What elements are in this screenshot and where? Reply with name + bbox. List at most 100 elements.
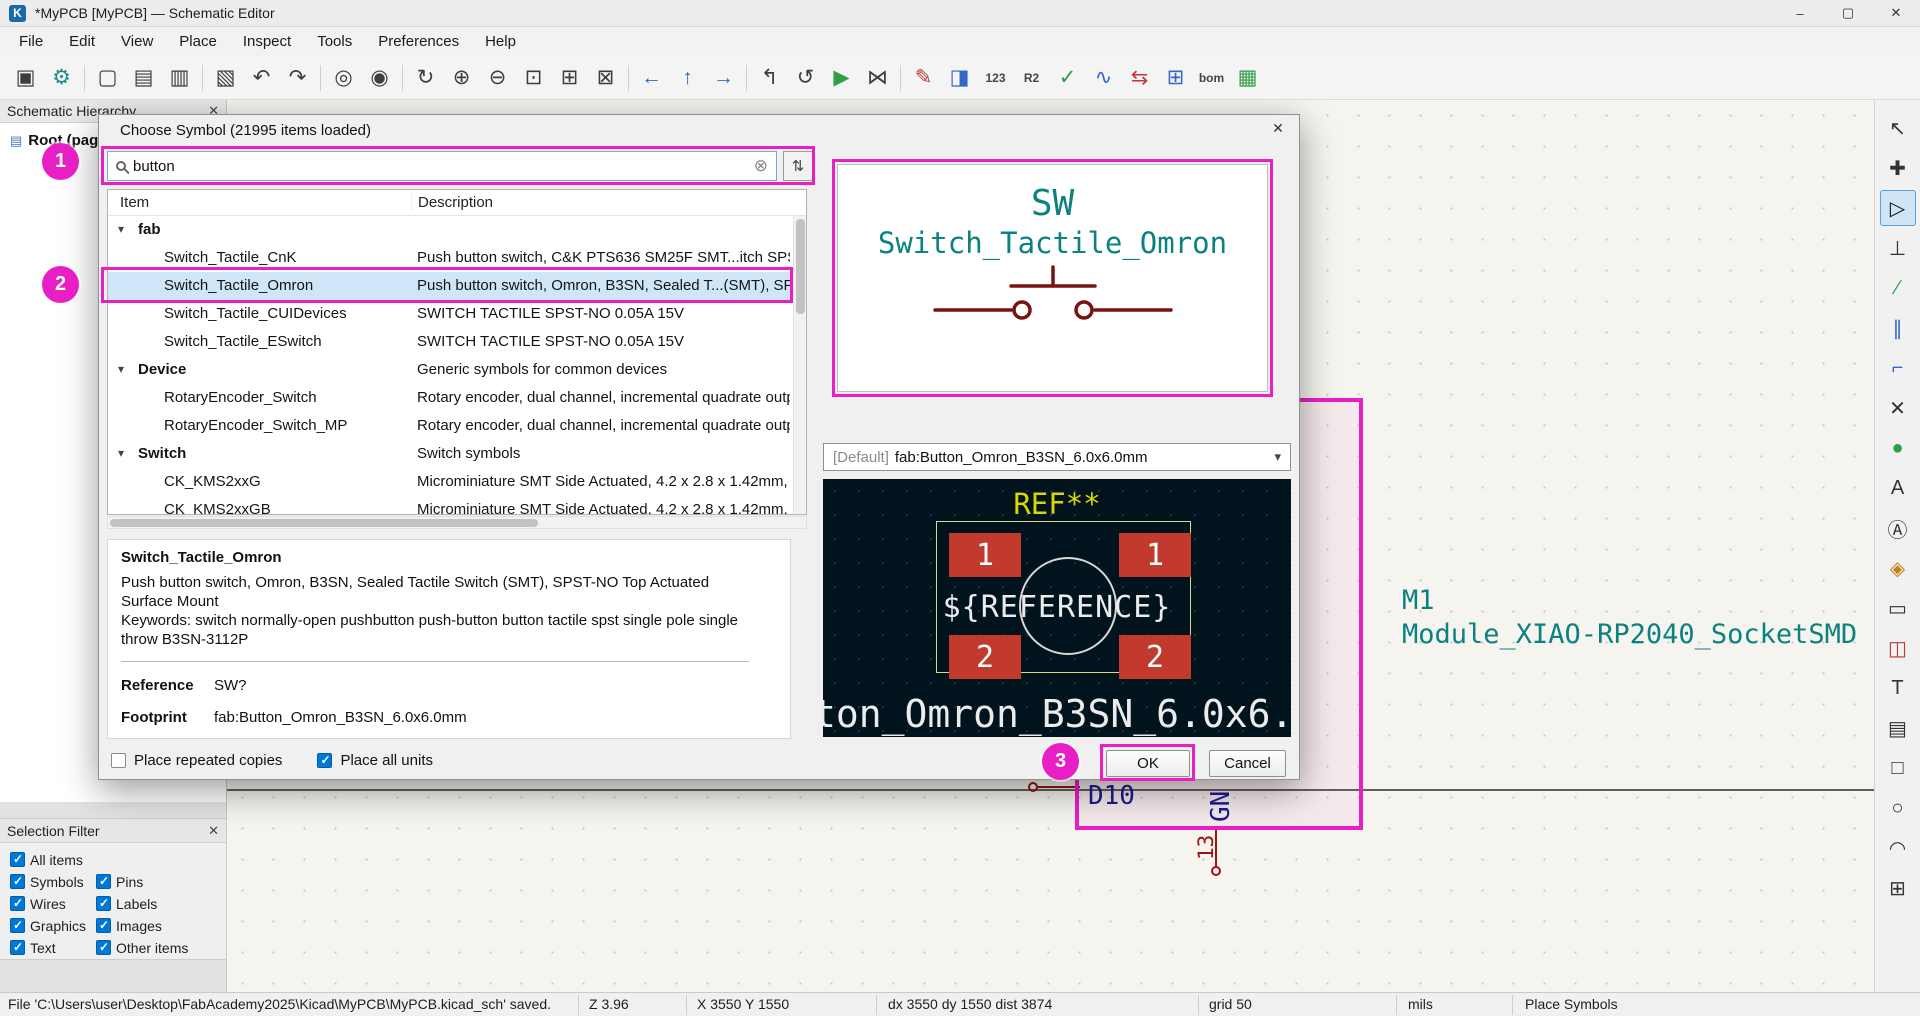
symbol-editor-button[interactable]: ✎ (906, 60, 941, 95)
new-sheet-button[interactable]: ▢ (90, 60, 125, 95)
mirror-button[interactable]: ⋈ (860, 60, 895, 95)
expander-icon[interactable]: ▾ (118, 222, 124, 236)
symbol-search-input[interactable] (133, 157, 747, 175)
ok-button[interactable]: OK (1106, 750, 1190, 777)
fields-table-button[interactable]: ⊞ (1158, 60, 1193, 95)
symbol-row-ck-kms2xxgb[interactable]: CK_KMS2xxGB Microminiature SMT Side Actu… (108, 496, 806, 514)
list-vertical-scrollbar[interactable] (793, 216, 806, 514)
footprint-select[interactable]: [Default] fab:Button_Omron_B3SN_6.0x6.0m… (823, 443, 1291, 471)
rectangle-tool[interactable]: □ (1880, 750, 1916, 786)
schematic-setup-button[interactable]: ⚙ (44, 60, 79, 95)
filter-graphics[interactable]: Graphics (10, 917, 96, 934)
filter-symbols[interactable]: Symbols (10, 873, 96, 890)
scrollbar-thumb[interactable] (110, 519, 538, 527)
menu-preferences[interactable]: Preferences (365, 29, 472, 54)
circle-tool[interactable]: ○ (1880, 790, 1916, 826)
symbol-row-ck-kms2xxg[interactable]: CK_KMS2xxG Microminiature SMT Side Actua… (108, 468, 806, 496)
maximize-button[interactable]: ▢ (1824, 0, 1872, 27)
menu-tools[interactable]: Tools (304, 29, 365, 54)
symbol-row-rotaryencoder-switch[interactable]: RotaryEncoder_Switch Rotary encoder, dua… (108, 384, 806, 412)
menu-edit[interactable]: Edit (56, 29, 108, 54)
rotate-button[interactable]: ↺ (788, 60, 823, 95)
place-repeated-copies-checkbox[interactable]: Place repeated copies (111, 752, 282, 769)
zoom-fit-button[interactable]: ⊡ (516, 60, 551, 95)
clear-search-icon[interactable]: ⊗ (754, 156, 768, 176)
edit-references-button[interactable]: R2 (1014, 60, 1049, 95)
symbol-row-switch-tactile-cnk[interactable]: Switch_Tactile_CnK Push button switch, C… (108, 244, 806, 272)
lib-row-fab[interactable]: ▾ fab (108, 216, 806, 244)
zoom-out-button[interactable]: ⊖ (480, 60, 515, 95)
draw-wire-tool[interactable]: ∕ (1880, 270, 1916, 306)
select-tool[interactable]: ↖ (1880, 110, 1916, 146)
list-horizontal-scrollbar[interactable] (107, 516, 807, 529)
zoom-in-button[interactable]: ⊕ (444, 60, 479, 95)
place-power-port-tool[interactable]: ⊥ (1880, 230, 1916, 266)
paste-button[interactable]: ▧ (208, 60, 243, 95)
refresh-button[interactable]: ↻ (408, 60, 443, 95)
search-options-button[interactable]: ⇅ (783, 151, 813, 181)
cancel-button[interactable]: Cancel (1209, 750, 1286, 777)
filter-text[interactable]: Text (10, 939, 96, 956)
hierarchical-label-tool[interactable]: ◈ (1880, 550, 1916, 586)
status-grid[interactable]: grid 50 (1209, 996, 1252, 1012)
redo-button[interactable]: ↷ (280, 60, 315, 95)
find-button[interactable]: ◎ (326, 60, 361, 95)
diode-reference-text[interactable]: D10 (1088, 781, 1135, 811)
bus-entry-tool[interactable]: ⌐ (1880, 350, 1916, 386)
global-label-tool[interactable]: Ⓐ (1880, 510, 1916, 546)
text-tool[interactable]: T (1880, 670, 1916, 706)
expander-icon[interactable]: ▾ (118, 446, 124, 460)
status-units[interactable]: mils (1408, 996, 1433, 1012)
lib-row-device[interactable]: ▾ Device Generic symbols for common devi… (108, 356, 806, 384)
filter-other-items[interactable]: Other items (96, 939, 216, 956)
scrollbar-thumb[interactable] (796, 219, 805, 314)
highlight-net-tool[interactable]: ✚ (1880, 150, 1916, 186)
place-all-units-checkbox[interactable]: Place all units (317, 752, 433, 769)
find-replace-button[interactable]: ◉ (362, 60, 397, 95)
gnd-net-label-text[interactable]: GN (1206, 791, 1236, 822)
draw-bus-tool[interactable]: ∥ (1880, 310, 1916, 346)
undo-button[interactable]: ↶ (244, 60, 279, 95)
close-button[interactable]: ✕ (1872, 0, 1920, 27)
textbox-tool[interactable]: ▤ (1880, 710, 1916, 746)
menu-inspect[interactable]: Inspect (230, 29, 304, 54)
symbol-row-switch-tactile-cuidevices[interactable]: Switch_Tactile_CUIDevices SWITCH TACTILE… (108, 300, 806, 328)
module-value-text[interactable]: Module_XIAO-RP2040_SocketSMD (1402, 619, 1857, 650)
selection-filter-close-icon[interactable]: ✕ (208, 823, 219, 839)
symbol-row-switch-tactile-omron[interactable]: Switch_Tactile_Omron Push button switch,… (108, 272, 806, 300)
menu-help[interactable]: Help (472, 29, 529, 54)
print-button[interactable]: ▤ (126, 60, 161, 95)
menu-view[interactable]: View (108, 29, 166, 54)
lib-row-switch[interactable]: ▾ Switch Switch symbols (108, 440, 806, 468)
save-button[interactable]: ▣ (8, 60, 43, 95)
filter-images[interactable]: Images (96, 917, 216, 934)
pcb-editor-button[interactable]: ▦ (1230, 60, 1265, 95)
no-connect-tool[interactable]: ✕ (1880, 390, 1916, 426)
library-browser-button[interactable]: ◨ (942, 60, 977, 95)
assign-footprints-button[interactable]: ⇆ (1122, 60, 1157, 95)
nav-back-button[interactable]: ← (634, 60, 669, 95)
filter-wires[interactable]: Wires (10, 895, 96, 912)
zoom-page-button[interactable]: ⊞ (552, 60, 587, 95)
erc-button[interactable]: ✓ (1050, 60, 1085, 95)
sheet-tool[interactable]: ▭ (1880, 590, 1916, 626)
bom-button[interactable]: bom (1194, 60, 1229, 95)
simulator-button[interactable]: ∿ (1086, 60, 1121, 95)
leave-sheet-button[interactable]: ↰ (752, 60, 787, 95)
filter-pins[interactable]: Pins (96, 873, 216, 890)
menu-file[interactable]: File (6, 29, 56, 54)
net-label-tool[interactable]: A (1880, 470, 1916, 506)
nav-forward-button[interactable]: → (706, 60, 741, 95)
expander-icon[interactable]: ▾ (118, 362, 124, 376)
place-symbol-tool[interactable]: ▷ (1879, 190, 1916, 226)
dialog-close-icon[interactable]: ✕ (1265, 120, 1291, 142)
filter-labels[interactable]: Labels (96, 895, 216, 912)
run-simulation-button[interactable]: ▶ (824, 60, 859, 95)
table-tool[interactable]: ⊞ (1880, 870, 1916, 906)
filter-all-items[interactable]: All items (10, 851, 216, 868)
nav-up-button[interactable]: ↑ (670, 60, 705, 95)
minimize-button[interactable]: – (1776, 0, 1824, 27)
arc-tool[interactable]: ◠ (1880, 830, 1916, 866)
zoom-selection-button[interactable]: ⊠ (588, 60, 623, 95)
menu-place[interactable]: Place (166, 29, 230, 54)
